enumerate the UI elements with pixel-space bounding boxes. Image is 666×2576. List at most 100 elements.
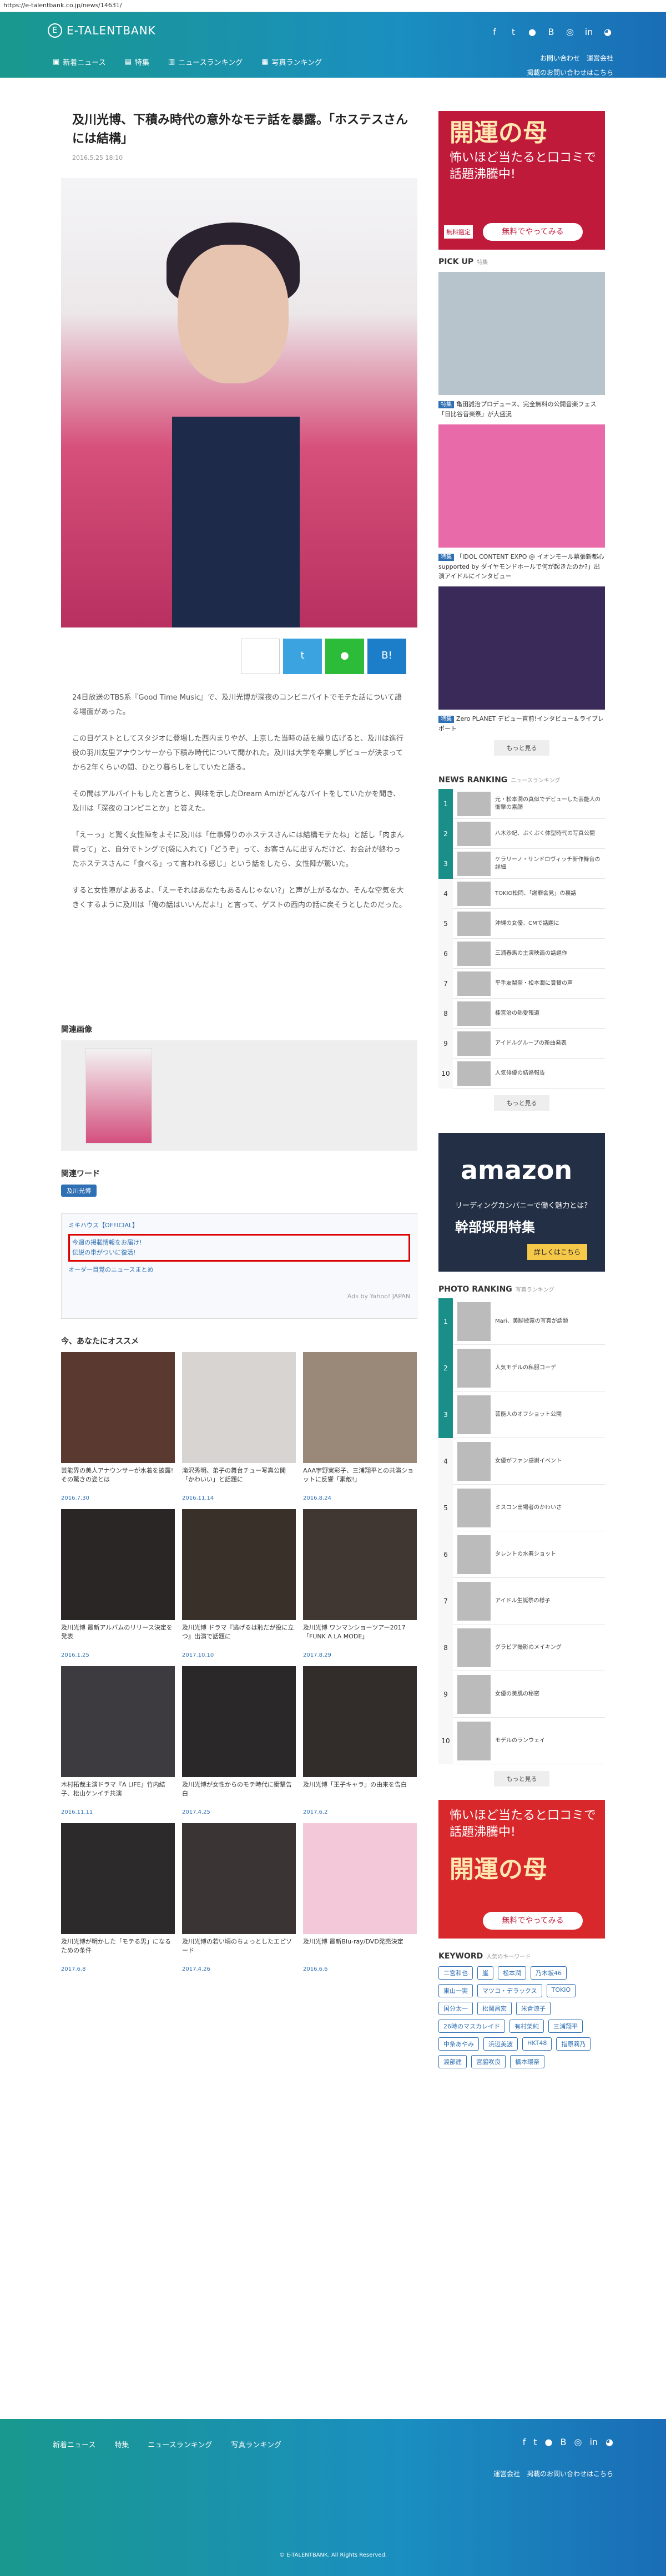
fortune-ad-top[interactable]: 開運の母 怖いほど当たると口コミで話題沸騰中! 無料鑑定 無料でやってみる bbox=[438, 111, 605, 250]
recommend-card[interactable]: 及川光博が女性からのモテ時代に衝撃告白 2017.4.25 bbox=[182, 1666, 296, 1815]
ad-link[interactable]: オーダー目覚のニュースまとめ bbox=[68, 1265, 410, 1275]
ad-cta-button[interactable]: 詳しくはこちら bbox=[527, 1244, 588, 1260]
related-tag[interactable]: 及川光博 bbox=[61, 1185, 97, 1197]
site-logo[interactable]: E E-TALENTBANK bbox=[48, 23, 156, 38]
keyword-tag[interactable]: マツコ・デラックス bbox=[477, 1984, 542, 1997]
pickup-item[interactable]: 特集 亀田誠治プロデュース、完全無料の公開音楽フェス「日比谷音楽祭」が大盛況 bbox=[438, 272, 605, 419]
instagram-icon[interactable]: ◎ bbox=[564, 27, 576, 37]
nav-feature[interactable]: ▤ 特集 bbox=[125, 57, 149, 67]
ranking-item[interactable]: 5 沖縄の女優、CMで話題に bbox=[438, 908, 605, 939]
recommend-card[interactable]: 及川光博 ワンマンショーツアー2017「FUNK A LA MODE」 2017.… bbox=[303, 1509, 417, 1658]
ranking-item[interactable]: 6 三浦春馬の主演映画の話題作 bbox=[438, 938, 605, 969]
recommend-card[interactable]: 木村拓哉主演ドラマ『A LIFE』竹内結子、松山ケンイチ共演 2016.11.11 bbox=[61, 1666, 175, 1815]
keyword-tag[interactable]: 嵐 bbox=[477, 1966, 493, 1980]
ranking-item[interactable]: 8 桂宮治の熱愛報道 bbox=[438, 998, 605, 1029]
keyword-tag[interactable]: 指原莉乃 bbox=[556, 2037, 591, 2051]
keyword-tag[interactable]: 有村架純 bbox=[509, 2020, 544, 2033]
keyword-tag[interactable]: 国分太一 bbox=[438, 2002, 473, 2015]
keyword-tag[interactable]: 東山一実 bbox=[438, 1984, 473, 1997]
line-send-button[interactable]: ● 送る bbox=[325, 639, 364, 694]
keyword-tag[interactable]: 26時のマスカレイド bbox=[438, 2020, 505, 2033]
ranking-item[interactable]: 1 元・松本潤の真似でデビューした芸能人の衝撃の素顔 bbox=[438, 788, 605, 819]
related-image-thumb[interactable] bbox=[85, 1048, 152, 1143]
amazon-ad[interactable]: amazon リーディングカンパニーで働く魅力とは? 幹部採用特集 詳しくはこち… bbox=[438, 1133, 605, 1272]
hatena-icon[interactable]: B bbox=[546, 27, 557, 37]
contact-link[interactable]: お問い合わせ bbox=[540, 54, 580, 62]
hatena-icon[interactable]: B bbox=[560, 2437, 566, 2447]
facebook-share-button[interactable]: 0 シェア bbox=[241, 639, 280, 694]
ranking-item[interactable]: 7 アイドル生誕祭の様子 bbox=[438, 1577, 605, 1624]
recommend-card[interactable]: AAA宇野実彩子、三浦翔平との共演ショットに反響「素敵!」 2016.8.24 bbox=[303, 1352, 417, 1501]
recommend-card[interactable]: 及川光博「王子キャラ」の由来を告白 2017.6.2 bbox=[303, 1666, 417, 1815]
recommend-card[interactable]: 芸能界の美人アナウンサーが水着を披露!その驚きの姿とは 2016.7.30 bbox=[61, 1352, 175, 1501]
keyword-tag[interactable]: 三浦翔平 bbox=[548, 2020, 583, 2033]
keyword-tag[interactable]: 米倉涼子 bbox=[516, 2002, 551, 2015]
instagram-icon[interactable]: ◎ bbox=[574, 2437, 582, 2447]
ad-inquiry-link[interactable]: 掲載のお問い合わせはこちら bbox=[527, 65, 613, 80]
recommend-card[interactable]: 及川光博 ドラマ『逃げるは恥だが役に立つ』出演で話題に 2017.10.10 bbox=[182, 1509, 296, 1658]
ad-cta-button[interactable]: 無料でやってみる bbox=[483, 1912, 583, 1930]
recommend-card[interactable]: 及川光博が明かした「モテる男」になるための条件 2017.6.8 bbox=[61, 1823, 175, 1972]
pickup-item[interactable]: 特集 Zero PLANET デビュー直前!インタビュー＆ライブレポート bbox=[438, 586, 605, 733]
pickup-more-button[interactable]: もっと見る bbox=[494, 740, 549, 756]
ad-link[interactable]: 今週の掲載情報をお届け! bbox=[72, 1238, 406, 1248]
url-bar[interactable]: https://e-talentbank.co.jp/news/14631/ bbox=[0, 0, 666, 12]
owl-icon[interactable]: ◕ bbox=[606, 2437, 613, 2447]
footer-nav-news[interactable]: 新着ニュース bbox=[53, 2439, 95, 2450]
ranking-item[interactable]: 3 芸能人のオフショット公開 bbox=[438, 1391, 605, 1438]
nav-news[interactable]: ▣ 新着ニュース bbox=[53, 57, 106, 67]
keyword-tag[interactable]: 乃木坂46 bbox=[531, 1966, 567, 1980]
footer-nav-photo-ranking[interactable]: 写真ランキング bbox=[231, 2439, 281, 2450]
ranking-item[interactable]: 10 モデルのランウェイ bbox=[438, 1717, 605, 1764]
ranking-item[interactable]: 2 人気モデルの私服コーデ bbox=[438, 1344, 605, 1391]
ranking-item[interactable]: 7 平手友梨奈・松本潤に賞賛の声 bbox=[438, 968, 605, 999]
keyword-tag[interactable]: 渡部建 bbox=[438, 2055, 467, 2068]
recommend-card[interactable]: 滝沢秀明、弟子の舞台チュー写真公開「かわいい」と話題に 2016.11.14 bbox=[182, 1352, 296, 1501]
ranking-item[interactable]: 10 人気俳優の結婚報告 bbox=[438, 1058, 605, 1089]
ad-cta-button[interactable]: 無料でやってみる bbox=[483, 223, 583, 241]
keyword-tag[interactable]: HKT48 bbox=[522, 2037, 552, 2051]
hatena-bookmark-button[interactable]: B! ブックマーク bbox=[367, 639, 406, 694]
facebook-icon[interactable]: f bbox=[523, 2437, 526, 2447]
footer-nav-feature[interactable]: 特集 bbox=[114, 2439, 129, 2450]
nav-photo-ranking[interactable]: ▦ 写真ランキング bbox=[261, 57, 322, 67]
tweet-button[interactable]: t ツイートする bbox=[283, 639, 322, 694]
footer-nav-news-ranking[interactable]: ニュースランキング bbox=[148, 2439, 212, 2450]
twitter-icon[interactable]: t bbox=[508, 27, 519, 37]
company-link[interactable]: 運営会社 bbox=[493, 2470, 520, 2478]
ranking-item[interactable]: 2 八木沙紀、ぷくぷく体型時代の写真公開 bbox=[438, 818, 605, 849]
linkedin-icon[interactable]: in bbox=[583, 27, 594, 37]
recommend-card[interactable]: 及川光博の若い頃のちょっとしたエピソード 2017.4.26 bbox=[182, 1823, 296, 1972]
keyword-tag[interactable]: TOKIO bbox=[546, 1984, 576, 1997]
ranking-item[interactable]: 4 TOKIO松岡、「謝罪会見」の裏話 bbox=[438, 878, 605, 909]
owl-icon[interactable]: ◕ bbox=[602, 27, 613, 37]
ad-link[interactable]: ミキハウス【OFFICIAL】 bbox=[68, 1221, 410, 1231]
fortune-ad-bottom[interactable]: 怖いほど当たると口コミで話題沸騰中! 開運の母 無料でやってみる bbox=[438, 1800, 605, 1939]
recommend-card[interactable]: 及川光博 最新アルバムのリリース決定を発表 2016.1.25 bbox=[61, 1509, 175, 1658]
ad-inquiry-link[interactable]: 掲載のお問い合わせはこちら bbox=[527, 2470, 613, 2478]
ranking-item[interactable]: 1 Mari、美脚披露の写真が話題 bbox=[438, 1298, 605, 1345]
facebook-icon[interactable]: f bbox=[489, 27, 500, 37]
company-link[interactable]: 運営会社 bbox=[587, 54, 613, 62]
recommend-card[interactable]: 及川光博 最新Blu-ray/DVD発売決定 2016.6.6 bbox=[303, 1823, 417, 1972]
linkedin-icon[interactable]: in bbox=[589, 2437, 598, 2447]
ad-link[interactable]: 伝説の車がついに復活! bbox=[72, 1248, 406, 1258]
keyword-tag[interactable]: 松本潤 bbox=[498, 1966, 526, 1980]
nav-news-ranking[interactable]: ▥ ニュースランキング bbox=[168, 57, 243, 67]
keyword-tag[interactable]: 浜辺美波 bbox=[483, 2037, 518, 2051]
ranking-item[interactable]: 9 女優の美肌の秘密 bbox=[438, 1671, 605, 1718]
ranking-item[interactable]: 4 女優がファン感謝イベント bbox=[438, 1438, 605, 1485]
pickup-item[interactable]: 特集 「IDOL CONTENT EXPO @ イオンモール幕張新都心 suppo… bbox=[438, 424, 605, 581]
line-icon[interactable]: ● bbox=[545, 2437, 553, 2447]
ranking-item[interactable]: 5 ミスコン出場者のかわいさ bbox=[438, 1484, 605, 1531]
photo-more-button[interactable]: もっと見る bbox=[494, 1771, 549, 1787]
keyword-tag[interactable]: 橋本環奈 bbox=[510, 2055, 544, 2068]
ranking-item[interactable]: 8 グラビア撮影のメイキング bbox=[438, 1624, 605, 1671]
ranking-item[interactable]: 6 タレントの水着ショット bbox=[438, 1531, 605, 1578]
ranking-item[interactable]: 9 アイドルグループの新曲発表 bbox=[438, 1028, 605, 1059]
keyword-tag[interactable]: 松岡昌宏 bbox=[477, 2002, 512, 2015]
keyword-tag[interactable]: 二宮和也 bbox=[438, 1966, 473, 1980]
news-more-button[interactable]: もっと見る bbox=[494, 1095, 549, 1111]
ranking-item[interactable]: 3 ケラリーノ・サンドロヴィッチ新作舞台の詳細 bbox=[438, 848, 605, 879]
keyword-tag[interactable]: 中条あやみ bbox=[438, 2037, 479, 2051]
